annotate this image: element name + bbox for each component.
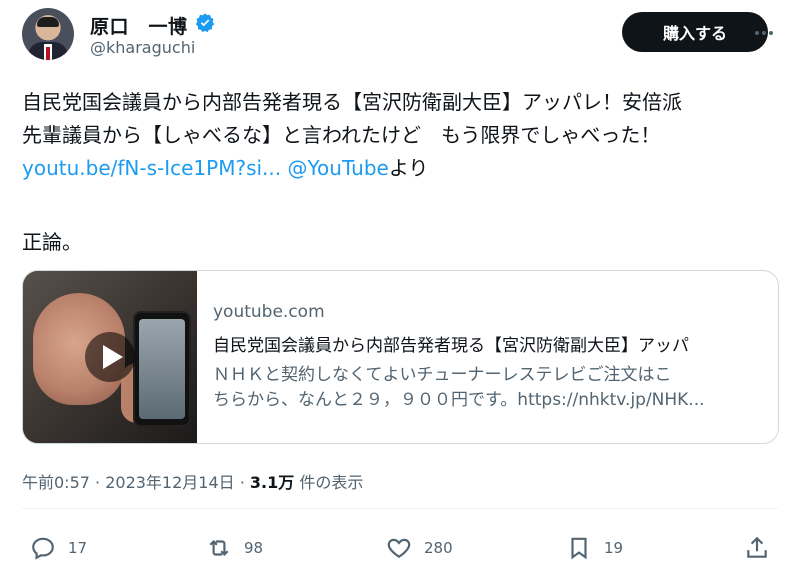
tweet-comment: 正論。	[22, 230, 82, 254]
meta-separator: ·	[89, 473, 106, 492]
link-preview-card[interactable]: youtube.com 自民党国会議員から内部告発者現る【宮沢防衛副大臣】アッパ…	[22, 270, 779, 444]
bookmark-count: 19	[604, 539, 624, 557]
tweet-text-line-1: 自民党国会議員から内部告発者現る【宮沢防衛副大臣】アッパレ！安倍派	[22, 90, 682, 114]
card-domain: youtube.com	[213, 302, 325, 322]
meta-separator: ·	[234, 473, 250, 492]
tweet-meta: 午前0:57 · 2023年12月14日 · 3.1万 件の表示	[22, 469, 363, 493]
video-thumbnail[interactable]	[23, 271, 197, 443]
like-count: 280	[424, 539, 453, 557]
tweet-text-line-3: youtu.be/fN-s-Ice1PM?si... @YouTubeより	[22, 152, 428, 185]
avatar-hair	[37, 17, 59, 27]
thumbnail-phone-screen	[139, 319, 185, 419]
view-count-label: 件の表示	[294, 473, 364, 492]
card-description-line-2: ちらから、なんと２９，９００円です。https://nhktv.jp/NHK..…	[213, 390, 705, 410]
more-dot	[769, 31, 773, 35]
reply-count: 17	[68, 539, 88, 557]
card-description: ＮＨＫと契約しなくてよいチューナーレステレビご注文はこ ちらから、なんと２９，９…	[213, 363, 705, 413]
youtube-mention-link[interactable]: @YouTube	[287, 156, 388, 180]
reply-button[interactable]: 17	[30, 535, 87, 561]
divider	[22, 508, 778, 509]
retweet-count: 98	[244, 539, 264, 557]
youtube-link[interactable]: youtu.be/fN-s-Ice1PM?si...	[22, 156, 281, 180]
author-handle[interactable]: @kharaguchi	[90, 38, 195, 57]
share-icon	[747, 536, 767, 558]
share-button[interactable]	[744, 535, 770, 561]
reply-icon	[32, 537, 54, 560]
tweet-date[interactable]: 2023年12月14日	[105, 473, 234, 492]
bookmark-button[interactable]: 19	[566, 535, 623, 561]
avatar-tie	[46, 47, 50, 60]
tweet-time[interactable]: 午前0:57	[22, 473, 90, 492]
bookmark-icon	[571, 537, 587, 560]
tweet-suffix: より	[388, 156, 429, 180]
play-icon[interactable]	[85, 332, 135, 382]
author-name[interactable]: 原口 一博	[90, 12, 188, 39]
tweet-text-line-2: 先輩議員から【しゃべるな】と言われたけど もう限界でしゃべった！	[22, 123, 661, 147]
retweet-button[interactable]: 98	[206, 535, 263, 561]
play-triangle	[102, 345, 123, 369]
like-button[interactable]: 280	[386, 535, 453, 561]
avatar[interactable]	[22, 8, 74, 60]
verified-badge-icon	[195, 13, 215, 33]
view-count: 3.1万	[249, 473, 295, 492]
more-options-icon[interactable]	[752, 24, 776, 42]
retweet-icon	[209, 539, 229, 557]
card-title: 自民党国会議員から内部告発者現る【宮沢防衛副大臣】アッパ	[213, 336, 689, 356]
buy-button[interactable]: 購入する	[622, 12, 768, 52]
more-dot	[762, 31, 766, 35]
more-dot	[755, 31, 759, 35]
thumbnail-phone	[133, 311, 191, 427]
heart-icon	[387, 538, 411, 558]
card-description-line-1: ＮＨＫと契約しなくてよいチューナーレステレビご注文はこ	[213, 365, 672, 385]
